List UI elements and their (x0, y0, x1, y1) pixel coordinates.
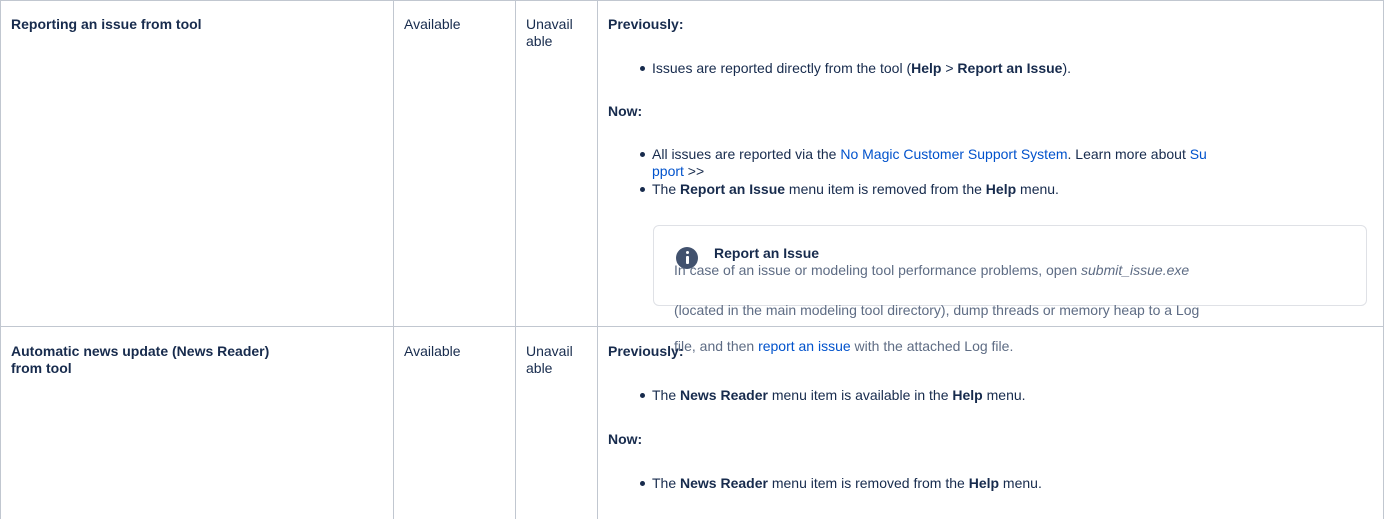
info-panel-line: (located in the main modeling tool direc… (674, 302, 1200, 318)
column-divider (515, 0, 516, 519)
now-label: Now: (608, 431, 643, 447)
table-border-top (0, 0, 1384, 1)
table-border-left (0, 0, 1, 519)
list-item: The News Reader menu item is available i… (640, 387, 1026, 403)
after-cell: Unavail able (526, 16, 573, 49)
info-panel-line: file, and then report an issue with the … (674, 338, 1014, 354)
column-divider (393, 0, 394, 519)
list-item: Issues are reported directly from the to… (639, 60, 1072, 76)
support-link-continued[interactable]: pport (652, 163, 684, 179)
after-cell: Unavail able (526, 343, 573, 376)
list-item-continuation: pport >> (652, 163, 705, 179)
before-cell: Available (404, 343, 461, 359)
list-item: The Report an Issue menu item is removed… (640, 181, 1059, 197)
previously-label: Previously: (608, 16, 684, 32)
now-label: Now: (608, 103, 643, 119)
report-issue-link[interactable]: report an issue (758, 338, 851, 354)
support-system-link[interactable]: No Magic Customer Support System (840, 146, 1067, 162)
info-panel-line: In case of an issue or modeling tool per… (674, 262, 1190, 278)
info-panel-title: Report an Issue (714, 245, 820, 261)
list-item: All issues are reported via the No Magic… (640, 146, 1207, 162)
feature-cell: Automatic news update (News Reader) from … (11, 343, 270, 376)
list-item: The News Reader menu item is removed fro… (640, 475, 1042, 491)
support-link[interactable]: Su (1190, 146, 1207, 162)
column-divider (597, 0, 598, 519)
feature-cell: Reporting an issue from tool (11, 16, 202, 32)
before-cell: Available (404, 16, 461, 32)
previously-label: Previously: (608, 343, 684, 359)
row-divider (0, 326, 1384, 327)
